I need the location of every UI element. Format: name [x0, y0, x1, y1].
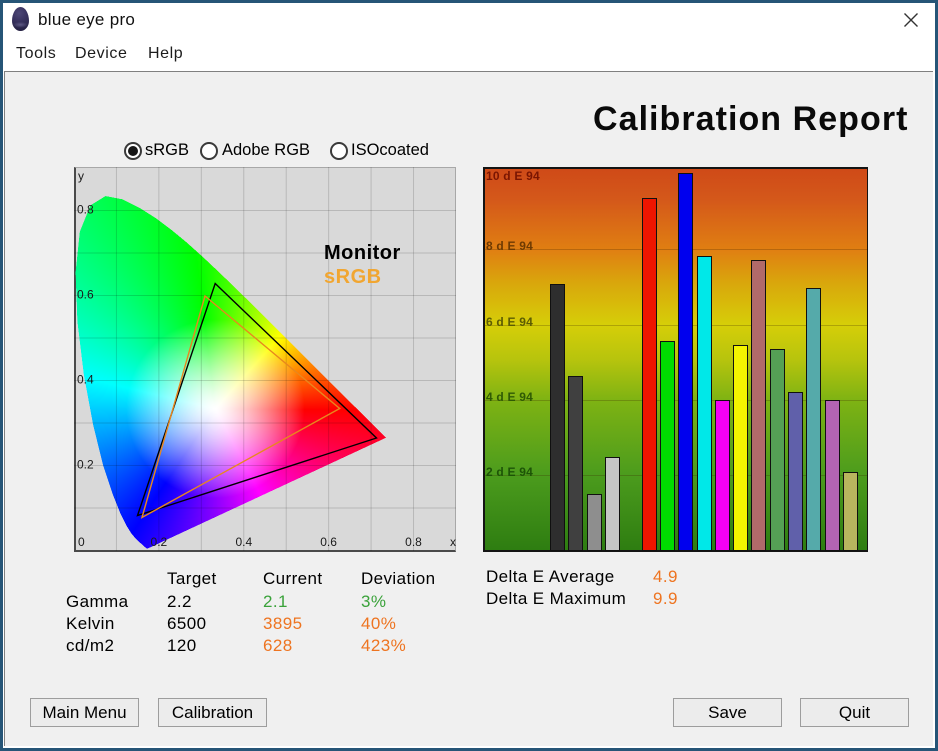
svg-text:0.8: 0.8 — [77, 203, 94, 217]
svg-text:0.6: 0.6 — [77, 288, 94, 302]
svg-text:0.4: 0.4 — [77, 373, 94, 387]
svg-text:0.4: 0.4 — [235, 535, 252, 549]
svg-text:Monitor: Monitor — [324, 242, 401, 264]
svg-text:y: y — [78, 169, 84, 183]
svg-text:0.6: 0.6 — [320, 535, 337, 549]
svg-text:sRGB: sRGB — [324, 266, 382, 288]
svg-text:x: x — [450, 535, 456, 549]
svg-text:0: 0 — [78, 535, 85, 549]
svg-text:0.2: 0.2 — [151, 535, 168, 549]
svg-text:0.2: 0.2 — [77, 458, 94, 472]
svg-text:0.8: 0.8 — [405, 535, 422, 549]
